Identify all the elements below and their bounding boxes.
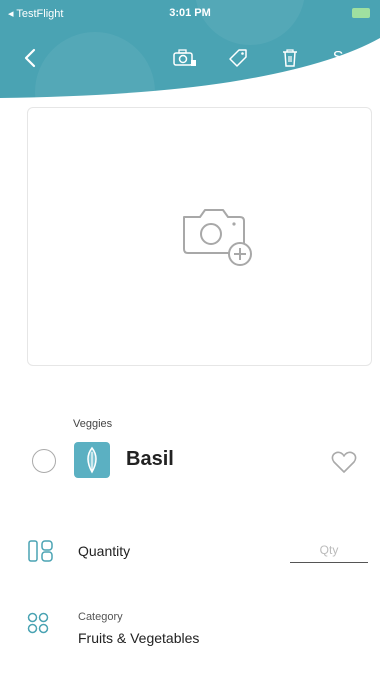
battery-icon [352,8,370,18]
status-time: 3:01 PM [169,7,211,19]
delete-button[interactable] [280,40,300,76]
quantity-label: Quantity [78,543,131,559]
category-icon [27,612,49,634]
leaf-icon [87,446,97,474]
status-bar: ◂ TestFlight 3:01 PM [0,7,380,21]
item-category-label: Veggies [73,418,113,430]
tag-icon [229,49,247,67]
add-photo-icon[interactable] [178,203,258,273]
back-button[interactable] [18,40,42,76]
category-value[interactable]: Fruits & Vegetables [78,630,199,646]
quantity-icon [28,540,53,562]
photo-placeholder[interactable] [27,107,372,366]
category-label: Category [78,611,123,623]
header: ◂ TestFlight 3:01 PM Save [0,0,380,100]
trash-icon [283,49,297,67]
toolbar: Save [0,40,380,76]
chevron-left-icon [24,48,36,68]
save-button[interactable]: Save [327,40,375,76]
heart-icon[interactable] [330,449,358,475]
item-name[interactable]: Basil [126,448,174,471]
item-thumbnail[interactable] [74,442,110,478]
camera-icon [173,49,196,66]
camera-button[interactable] [172,40,198,76]
select-radio[interactable] [32,449,56,473]
quantity-input[interactable] [290,537,368,563]
tag-button[interactable] [226,40,250,76]
